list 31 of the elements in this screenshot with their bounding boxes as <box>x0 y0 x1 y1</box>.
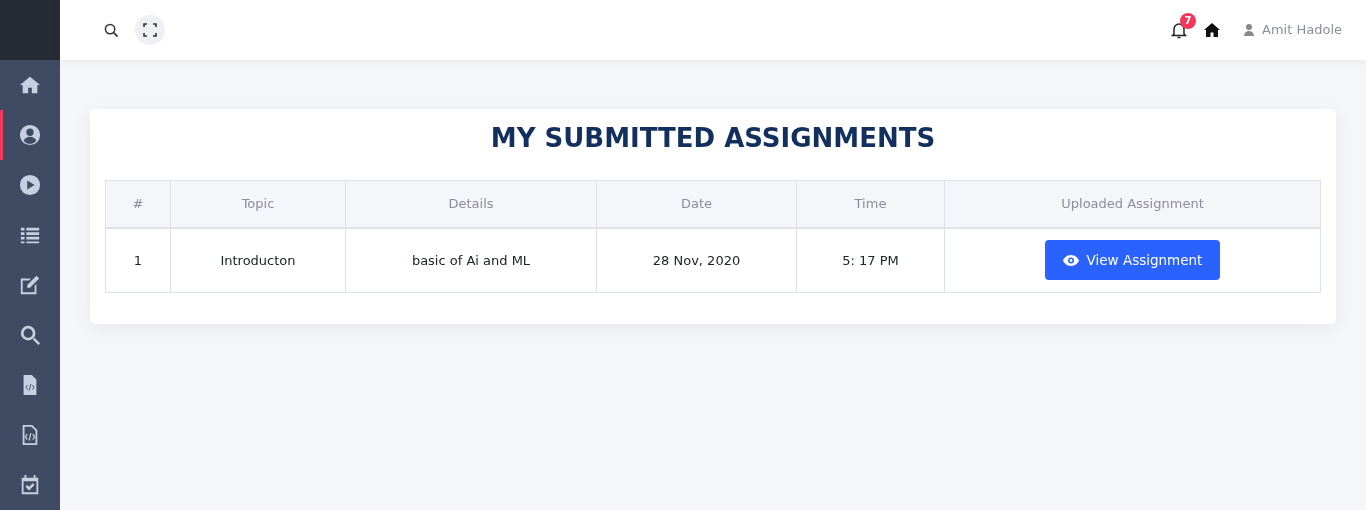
table-cell: 28 Nov, 2020 <box>596 227 797 293</box>
table-cell: 1 <box>105 227 171 293</box>
user-icon <box>1244 24 1255 36</box>
column-header: Date <box>596 180 797 228</box>
fullscreen-button[interactable] <box>135 15 165 45</box>
calendar-check-icon <box>19 474 41 496</box>
column-header: # <box>105 180 171 228</box>
notification-badge: 7 <box>1180 13 1197 29</box>
page-title: MY SUBMITTED ASSIGNMENTS <box>489 123 937 155</box>
sidebar-header <box>0 0 60 60</box>
home-button[interactable] <box>1204 23 1221 37</box>
search-icon <box>104 22 119 38</box>
table-cell: Introducton <box>170 227 346 293</box>
column-header: Uploaded Assignment <box>944 180 1321 228</box>
view-assignment-button[interactable]: View Assignment <box>1044 240 1221 281</box>
user-icon <box>19 124 41 146</box>
home-icon <box>1204 23 1221 37</box>
edit-icon <box>19 274 41 296</box>
fullscreen-icon <box>143 23 157 37</box>
home-icon <box>19 74 41 96</box>
search-button[interactable] <box>104 22 119 38</box>
eye-icon <box>1062 254 1079 266</box>
notification-button[interactable]: 7 <box>1171 13 1197 39</box>
play-icon <box>19 174 41 196</box>
column-header: Time <box>796 180 945 228</box>
user-menu[interactable]: Amit Hadole <box>1244 20 1342 40</box>
column-header: Topic <box>170 180 346 228</box>
table-cell: 5: 17 PM <box>796 227 945 293</box>
table-cell: basic of Ai and ML <box>345 227 597 293</box>
search-icon <box>19 324 41 346</box>
column-header: Details <box>345 180 597 228</box>
